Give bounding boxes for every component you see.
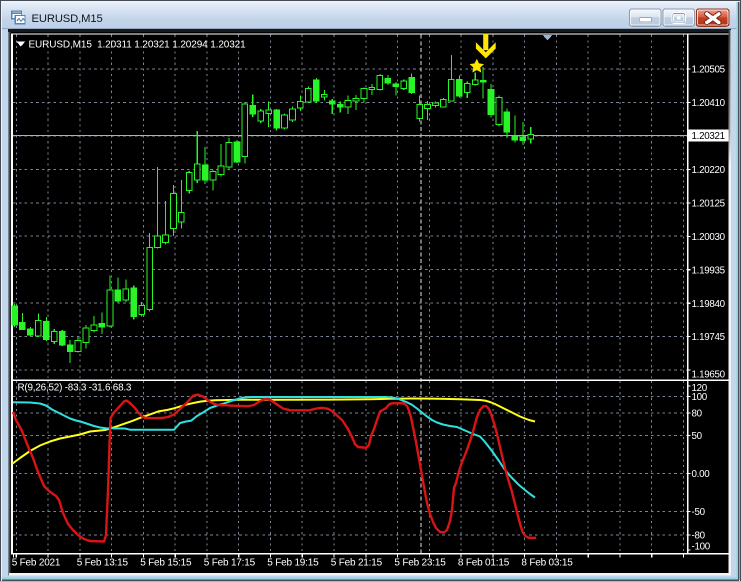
- svg-text:80: 80: [692, 409, 703, 420]
- svg-text:0.00: 0.00: [692, 469, 711, 480]
- svg-text:5 Feb 21:15: 5 Feb 21:15: [331, 558, 383, 569]
- svg-text:-100: -100: [692, 542, 711, 553]
- svg-text:5 Feb 19:15: 5 Feb 19:15: [267, 558, 319, 569]
- svg-text:5 Feb 15:15: 5 Feb 15:15: [140, 558, 192, 569]
- svg-text:1.20220: 1.20220: [692, 165, 726, 176]
- svg-text:50: 50: [692, 431, 703, 442]
- svg-text:1.20321: 1.20321: [692, 131, 725, 142]
- svg-text:R(9,26,52) -83.3 -31.6 68.3: R(9,26,52) -83.3 -31.6 68.3: [18, 383, 132, 394]
- svg-text:5 Feb 17:15: 5 Feb 17:15: [204, 558, 256, 569]
- svg-text:8 Feb 03:15: 8 Feb 03:15: [521, 558, 573, 569]
- svg-text:-80: -80: [692, 530, 706, 541]
- svg-text:1.19935: 1.19935: [692, 265, 726, 276]
- svg-text:EURUSD,M15: EURUSD,M15: [32, 13, 103, 25]
- svg-text:1.20410: 1.20410: [692, 98, 726, 109]
- svg-text:5 Feb 13:15: 5 Feb 13:15: [77, 558, 129, 569]
- svg-text:5 Feb 23:15: 5 Feb 23:15: [394, 558, 446, 569]
- svg-text:5 Feb 2021: 5 Feb 2021: [12, 558, 61, 569]
- svg-text:1.20125: 1.20125: [692, 198, 726, 209]
- svg-text:8 Feb 01:15: 8 Feb 01:15: [458, 558, 510, 569]
- svg-text:1.19650: 1.19650: [692, 370, 726, 381]
- svg-text:-50: -50: [692, 507, 706, 518]
- svg-text:1.19745: 1.19745: [692, 332, 726, 343]
- svg-text:100: 100: [692, 392, 708, 403]
- svg-text:1.19840: 1.19840: [692, 299, 726, 310]
- svg-text:1.20030: 1.20030: [692, 232, 726, 243]
- svg-text:EURUSD,M15 1.20311 1.20321 1.: EURUSD,M15 1.20311 1.20321 1.20294 1.203…: [29, 40, 247, 51]
- svg-text:1.20505: 1.20505: [692, 65, 726, 76]
